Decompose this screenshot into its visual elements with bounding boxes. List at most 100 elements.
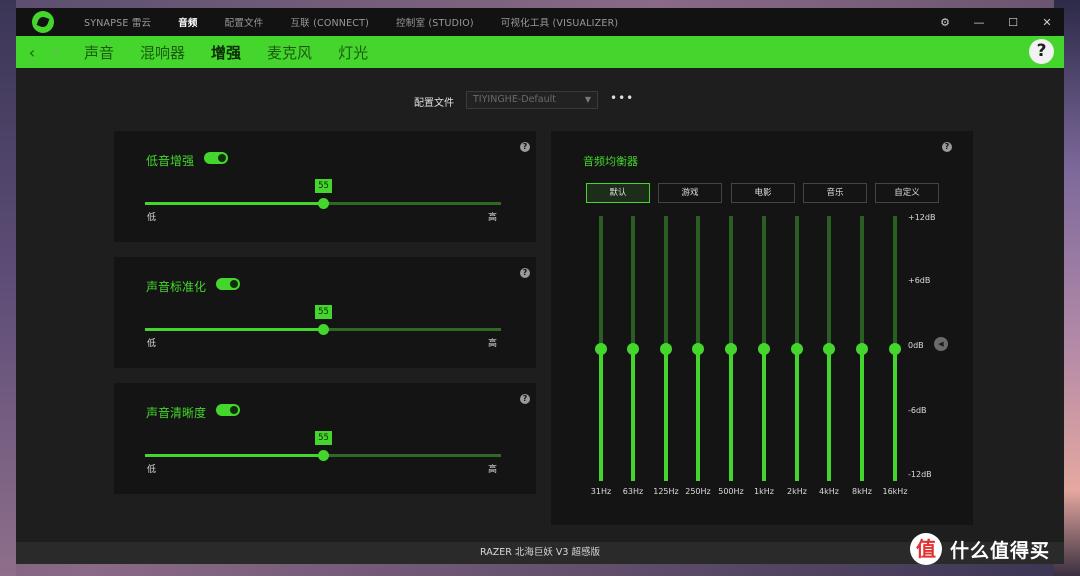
preset-movie-button[interactable]: 电影 <box>731 183 795 203</box>
eq-band-fill <box>860 348 864 481</box>
forward-arrow-icon[interactable]: › <box>44 43 68 62</box>
bass-boost-value: 55 <box>315 179 332 193</box>
eq-band-thumb[interactable] <box>856 342 868 355</box>
sound-clarity-panel: ? 声音清晰度 55 低 高 <box>114 383 536 494</box>
sound-normalization-help-icon[interactable]: ? <box>520 268 530 278</box>
eq-band-fill <box>795 348 799 481</box>
tab-sound[interactable]: 声音 <box>84 42 114 63</box>
sound-normalization-slider[interactable] <box>145 324 501 335</box>
eq-band-slider[interactable] <box>660 216 672 481</box>
eq-band-fill <box>599 348 603 481</box>
sound-clarity-title: 声音清晰度 <box>146 406 207 420</box>
eq-band-thumb[interactable] <box>692 342 704 355</box>
eq-band-thumb[interactable] <box>889 342 901 355</box>
slider-high-label: 高 <box>488 339 498 349</box>
profile-dropdown-value: TIYINGHE-Default <box>473 94 556 105</box>
preset-default-button[interactable]: 默认 <box>586 183 650 203</box>
eq-band-thumb[interactable] <box>791 342 803 355</box>
eq-band-slider[interactable] <box>889 216 901 481</box>
top-tab-visualizer[interactable]: 可视化工具 (VISUALIZER) <box>501 15 619 29</box>
close-button[interactable]: ✕ <box>1030 16 1064 29</box>
watermark-badge-icon: 值 <box>910 533 942 565</box>
eq-band-thumb[interactable] <box>823 342 835 355</box>
slider-low-label: 低 <box>147 339 157 349</box>
top-tab-profiles[interactable]: 配置文件 <box>225 15 264 29</box>
eq-band-thumb[interactable] <box>725 342 737 355</box>
top-tab-studio[interactable]: 控制室 (STUDIO) <box>396 15 474 29</box>
top-tab-synapse[interactable]: SYNAPSE 雷云 <box>84 15 151 29</box>
section-nav: ‹ › 声音 混响器 增强 麦克风 灯光 ? <box>16 36 1064 68</box>
db-label-plus6: +6dB <box>908 276 931 285</box>
sound-normalization-value: 55 <box>315 305 332 319</box>
bass-boost-help-icon[interactable]: ? <box>520 142 530 152</box>
desktop-background-left <box>0 0 16 576</box>
tab-lighting[interactable]: 灯光 <box>338 42 368 63</box>
preset-music-button[interactable]: 音乐 <box>803 183 867 203</box>
eq-band-slider[interactable] <box>823 216 835 481</box>
equalizer-title: 音频均衡器 <box>583 155 638 168</box>
reset-marker-icon[interactable]: ◀ <box>934 337 948 351</box>
db-label-minus12: -12dB <box>908 470 932 479</box>
bass-boost-toggle[interactable] <box>204 152 228 164</box>
profile-dropdown[interactable]: TIYINGHE-Default ▼ <box>466 91 598 109</box>
help-icon[interactable]: ? <box>1029 39 1054 64</box>
eq-band-thumb[interactable] <box>758 342 770 355</box>
sound-normalization-title: 声音标准化 <box>146 280 207 294</box>
top-tab-connect[interactable]: 互联 (CONNECT) <box>290 15 369 29</box>
eq-band-slider[interactable] <box>692 216 704 481</box>
tab-enhancement[interactable]: 增强 <box>211 42 241 63</box>
eq-band-thumb[interactable] <box>627 342 639 355</box>
sound-normalization-toggle[interactable] <box>216 278 240 290</box>
sound-clarity-help-icon[interactable]: ? <box>520 394 530 404</box>
eq-band-thumb[interactable] <box>595 342 607 355</box>
eq-band-fill <box>696 348 700 481</box>
eq-band-fill <box>893 348 897 481</box>
chevron-down-icon: ▼ <box>584 95 591 104</box>
equalizer-help-icon[interactable]: ? <box>942 142 952 152</box>
eq-band-frequency-label: 16kHz <box>882 487 908 496</box>
synapse-window: SYNAPSE 雷云 音频 配置文件 互联 (CONNECT) 控制室 (STU… <box>16 8 1064 564</box>
title-bar: SYNAPSE 雷云 音频 配置文件 互联 (CONNECT) 控制室 (STU… <box>16 8 1064 36</box>
bass-boost-title: 低音增强 <box>146 154 195 168</box>
window-controls: ⚙ — ☐ ✕ <box>928 8 1064 36</box>
sound-clarity-value: 55 <box>315 431 332 445</box>
sound-clarity-slider[interactable] <box>145 450 501 461</box>
slider-fill <box>145 328 323 331</box>
top-tab-audio[interactable]: 音频 <box>178 15 197 29</box>
equalizer-panel: ? 音频均衡器 默认 游戏 电影 音乐 自定义 +12dB +6dB 0dB -… <box>551 131 973 525</box>
eq-band-slider[interactable] <box>725 216 737 481</box>
eq-band-slider[interactable] <box>856 216 868 481</box>
slider-fill <box>145 202 323 205</box>
eq-band-slider[interactable] <box>595 216 607 481</box>
sound-clarity-toggle[interactable] <box>216 404 240 416</box>
eq-band-slider[interactable] <box>627 216 639 481</box>
eq-band-slider[interactable] <box>791 216 803 481</box>
db-label-plus12: +12dB <box>908 213 936 222</box>
eq-band-fill <box>631 348 635 481</box>
tab-mixer[interactable]: 混响器 <box>140 42 185 63</box>
preset-custom-button[interactable]: 自定义 <box>875 183 939 203</box>
more-options-button[interactable]: ••• <box>610 91 634 105</box>
tab-microphone[interactable]: 麦克风 <box>267 42 312 63</box>
db-label-0: 0dB <box>908 341 924 350</box>
maximize-button[interactable]: ☐ <box>996 16 1030 29</box>
settings-gear-icon[interactable]: ⚙ <box>928 16 962 29</box>
eq-band-fill <box>762 348 766 481</box>
back-arrow-icon[interactable]: ‹ <box>20 43 44 62</box>
slider-high-label: 高 <box>488 465 498 475</box>
slider-thumb[interactable] <box>318 324 329 335</box>
slider-thumb[interactable] <box>318 450 329 461</box>
device-footer: RAZER 北海巨妖 V3 超感版 <box>16 542 1064 564</box>
toggle-knob <box>230 280 238 288</box>
slider-thumb[interactable] <box>318 198 329 209</box>
minimize-button[interactable]: — <box>962 16 996 29</box>
slider-high-label: 高 <box>488 213 498 223</box>
toggle-knob <box>218 154 226 162</box>
bass-boost-panel: ? 低音增强 55 低 高 <box>114 131 536 242</box>
bass-boost-slider[interactable] <box>145 198 501 209</box>
slider-low-label: 低 <box>147 465 157 475</box>
slider-fill <box>145 454 323 457</box>
eq-band-thumb[interactable] <box>660 342 672 355</box>
preset-game-button[interactable]: 游戏 <box>658 183 722 203</box>
eq-band-slider[interactable] <box>758 216 770 481</box>
